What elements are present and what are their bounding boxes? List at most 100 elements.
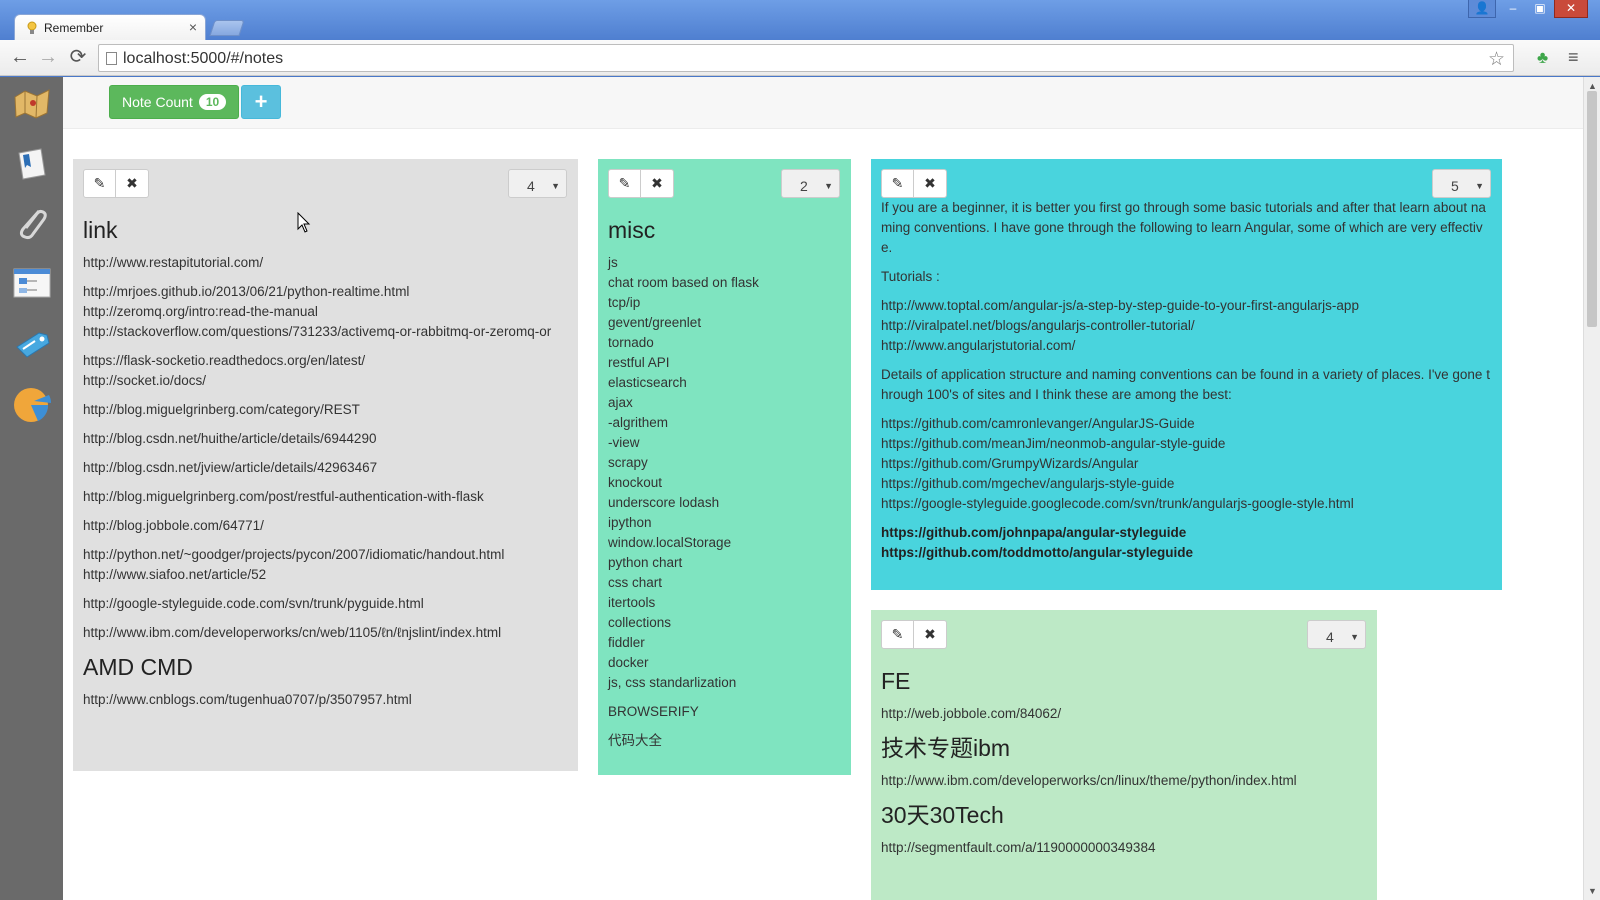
misc-list-item: chat room based on flask (608, 275, 759, 290)
scroll-thumb[interactable] (1587, 91, 1597, 327)
minimize-button[interactable]: – (1500, 0, 1526, 18)
note-link[interactable]: http://mrjoes.github.io/2013/06/21/pytho… (83, 282, 568, 302)
delete-icon[interactable]: ✖ (116, 169, 149, 198)
note-link[interactable]: http://socket.io/docs/ (83, 371, 568, 391)
forward-icon[interactable]: → (36, 46, 60, 70)
note-link[interactable]: http://www.ibm.com/developerworks/cn/lin… (881, 771, 1367, 791)
new-tab-button[interactable] (209, 20, 245, 36)
delete-icon[interactable]: ✖ (914, 620, 947, 649)
note-toolbar: ✎ ✖ (881, 620, 947, 649)
note-link[interactable]: https://google-styleguide.googlecode.com… (881, 494, 1492, 514)
note-link[interactable]: http://blog.csdn.net/jview/article/detai… (83, 458, 568, 478)
scroll-down-icon[interactable]: ▼ (1588, 886, 1597, 896)
browser-tab[interactable]: Remember × (14, 14, 206, 40)
note-card-angular: ✎ ✖ 5 ▼ If you are a beginner, it is bet… (871, 159, 1502, 590)
caret-down-icon: ▼ (1350, 632, 1359, 642)
note-line: 代码大全 (608, 733, 662, 748)
extension-icon[interactable]: ♣ (1537, 48, 1548, 68)
misc-list-item: restful API (608, 355, 670, 370)
note-link[interactable]: https://github.com/camronlevanger/Angula… (881, 414, 1492, 434)
scroll-up-icon[interactable]: ▲ (1588, 81, 1597, 91)
note-title: FE (881, 668, 911, 694)
note-link[interactable]: http://stackoverflow.com/questions/73123… (83, 322, 568, 342)
note-link[interactable]: http://www.cnblogs.com/tugenhua0707/p/35… (83, 690, 568, 710)
note-link[interactable]: http://www.toptal.com/angular-js/a-step-… (881, 296, 1492, 316)
add-note-button[interactable]: + (241, 85, 281, 119)
note-link[interactable]: https://github.com/meanJim/neonmob-angul… (881, 434, 1492, 454)
delete-icon[interactable]: ✖ (914, 169, 947, 198)
note-link[interactable]: http://segmentfault.com/a/11900000003493… (881, 838, 1367, 858)
reload-icon[interactable]: ⟳ (66, 46, 90, 70)
maximize-button[interactable]: ▣ (1527, 0, 1553, 18)
note-card-link: ✎ ✖ 4 ▼ link http://www.restapitutorial.… (73, 159, 578, 771)
note-link[interactable]: http://blog.miguelgrinberg.com/category/… (83, 400, 568, 420)
pie-chart-icon[interactable] (11, 383, 53, 425)
edit-icon[interactable]: ✎ (881, 169, 914, 198)
misc-list-item: docker (608, 655, 649, 670)
note-body: link http://www.restapitutorial.com/ htt… (83, 209, 568, 719)
edit-icon[interactable]: ✎ (83, 169, 116, 198)
back-icon[interactable]: ← (8, 46, 32, 70)
note-link[interactable]: http://www.siafoo.net/article/52 (83, 565, 568, 585)
note-body: misc js chat room based on flask tcp/ip gev… (608, 209, 841, 760)
notebook-icon[interactable] (11, 143, 53, 185)
notes-topbar: Note Count 10 + (63, 77, 1583, 129)
note-size-select[interactable]: 5 ▼ (1432, 169, 1491, 198)
caret-down-icon: ▼ (551, 181, 560, 191)
note-line: BROWSERIFY (608, 704, 699, 719)
note-link[interactable]: http://blog.miguelgrinberg.com/post/rest… (83, 487, 568, 507)
note-card-fe: ✎ ✖ 4 ▼ FE http://web.jobbole.com/84062/… (871, 610, 1377, 900)
caret-down-icon: ▼ (1475, 181, 1484, 191)
note-count-button[interactable]: Note Count 10 (109, 85, 240, 119)
edit-icon[interactable]: ✎ (608, 169, 641, 198)
note-size-select[interactable]: 4 ▼ (1307, 620, 1366, 649)
misc-list-item: ipython (608, 515, 652, 530)
paperclip-icon[interactable] (11, 203, 53, 245)
url-text[interactable]: localhost:5000/#/notes (123, 50, 283, 68)
note-link[interactable]: http://google-styleguide.code.com/svn/tr… (83, 594, 568, 614)
note-link[interactable]: http://blog.jobbole.com/64771/ (83, 516, 568, 536)
note-link[interactable]: http://viralpatel.net/blogs/angularjs-co… (881, 316, 1492, 336)
bookmark-star-icon[interactable]: ☆ (1488, 48, 1505, 71)
page-viewport: Note Count 10 + ✎ ✖ 4 ▼ link http://www.… (0, 77, 1600, 900)
note-title: link (83, 217, 118, 243)
misc-list-item: fiddler (608, 635, 645, 650)
note-link[interactable]: http://python.net/~goodger/projects/pyco… (83, 545, 568, 565)
user-icon[interactable]: 👤 (1468, 0, 1496, 18)
note-size-select[interactable]: 4 ▼ (508, 169, 567, 198)
misc-list-item: collections (608, 615, 672, 630)
note-link[interactable]: http://zeromq.org/intro:read-the-manual (83, 302, 568, 322)
tag-icon[interactable] (11, 323, 53, 365)
note-link[interactable]: http://www.restapitutorial.com/ (83, 253, 568, 273)
note-link[interactable]: http://blog.csdn.net/huithe/article/deta… (83, 429, 568, 449)
note-body: If you are a beginner, it is better you … (881, 198, 1492, 563)
note-link-bold[interactable]: https://github.com/toddmotto/angular-sty… (881, 545, 1193, 560)
diagram-icon[interactable] (11, 263, 53, 305)
address-bar[interactable]: localhost:5000/#/notes ☆ (98, 44, 1514, 72)
note-link[interactable]: http://www.angularjstutorial.com/ (881, 336, 1492, 356)
tab-title: Remember (44, 21, 104, 35)
tab-close-icon[interactable]: × (189, 19, 197, 35)
misc-list-item: window.localStorage (608, 535, 732, 550)
map-icon[interactable] (11, 83, 53, 125)
note-link[interactable]: https://flask-socketio.readthedocs.org/e… (83, 351, 568, 371)
misc-list: js chat room based on flask tcp/ip gevent/g… (608, 253, 841, 693)
note-link[interactable]: https://github.com/GrumpyWizards/Angular (881, 454, 1492, 474)
note-link[interactable]: http://web.jobbole.com/84062/ (881, 704, 1367, 724)
note-subtitle: AMD CMD (83, 654, 193, 680)
close-window-button[interactable]: ✕ (1554, 0, 1588, 18)
note-size-value: 2 (800, 178, 808, 194)
note-link-bold[interactable]: https://github.com/johnpapa/angular-styl… (881, 525, 1186, 540)
note-size-value: 5 (1451, 178, 1459, 194)
edit-icon[interactable]: ✎ (881, 620, 914, 649)
note-title: misc (608, 217, 656, 243)
note-link[interactable]: https://github.com/mgechev/angularjs-sty… (881, 474, 1492, 494)
misc-list-item: js, css standarlization (608, 675, 737, 690)
delete-icon[interactable]: ✖ (641, 169, 674, 198)
menu-icon[interactable]: ≡ (1568, 47, 1579, 68)
note-link[interactable]: http://www.ibm.com/developerworks/cn/web… (83, 623, 568, 643)
misc-list-item: elasticsearch (608, 375, 687, 390)
note-size-select[interactable]: 2 ▼ (781, 169, 840, 198)
page-scrollbar[interactable]: ▲ ▼ (1583, 77, 1600, 900)
note-subtitle: 技术专题ibm (881, 735, 1011, 761)
